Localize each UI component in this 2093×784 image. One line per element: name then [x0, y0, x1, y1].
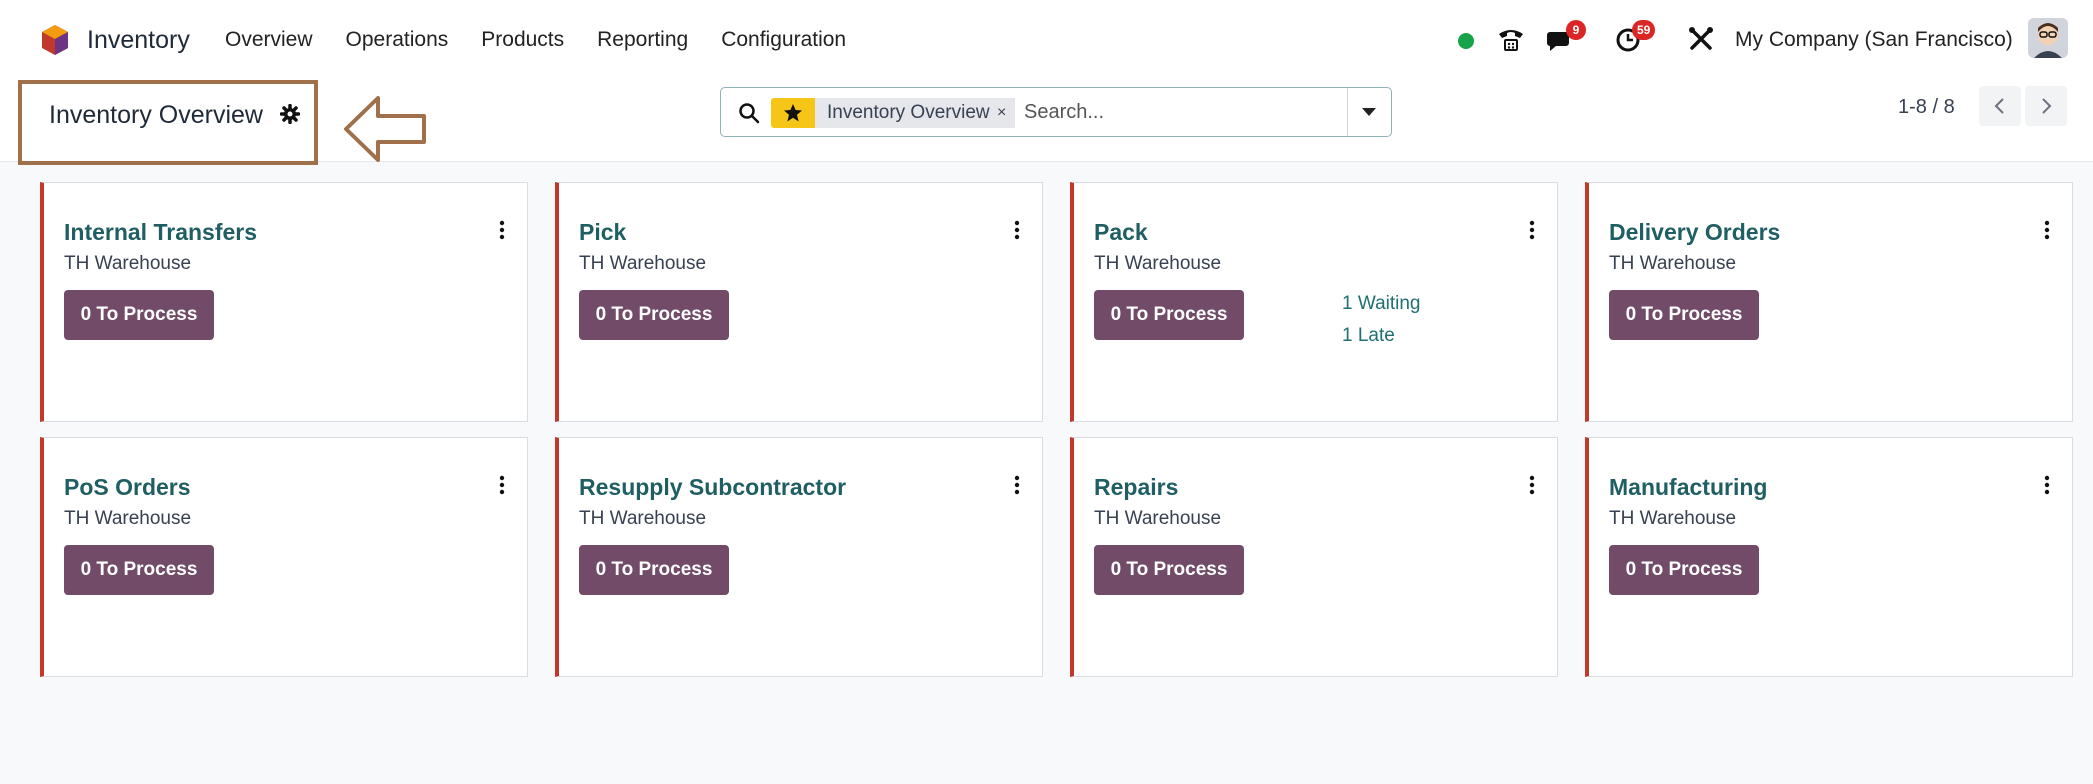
search-input[interactable]	[1024, 96, 1344, 128]
company-switcher[interactable]: My Company (San Francisco)	[1735, 28, 2013, 52]
highlight-box: Inventory Overview	[18, 80, 318, 165]
operation-card-internal-transfers: Internal Transfers TH Warehouse 0 To Pro…	[40, 182, 528, 422]
chevron-left-icon	[1994, 98, 2004, 114]
card-title[interactable]: Delivery Orders	[1609, 219, 1780, 246]
menu-operations[interactable]: Operations	[346, 28, 449, 52]
menu-overview[interactable]: Overview	[225, 28, 313, 52]
operation-card-pack: Pack TH Warehouse 0 To Process 1 Waiting…	[1070, 182, 1558, 422]
inventory-app-icon[interactable]	[40, 24, 70, 56]
page-title: Inventory Overview	[49, 101, 263, 129]
card-warehouse: TH Warehouse	[1094, 253, 1222, 274]
operation-card-manufacturing: Manufacturing TH Warehouse 0 To Process	[1585, 437, 2073, 677]
favorite-facet	[771, 98, 815, 128]
card-warehouse: TH Warehouse	[64, 253, 192, 274]
vertical-dots-icon[interactable]	[496, 219, 508, 241]
to-process-button[interactable]: 0 To Process	[1609, 545, 1759, 595]
card-title[interactable]: Repairs	[1094, 474, 1178, 501]
debug-tools-icon[interactable]	[1686, 24, 1716, 54]
to-process-button[interactable]: 0 To Process	[1609, 290, 1759, 340]
late-link[interactable]: 1 Late	[1342, 325, 1395, 347]
pager-next-button[interactable]	[2025, 86, 2067, 126]
card-warehouse: TH Warehouse	[1609, 253, 1737, 274]
vertical-dots-icon[interactable]	[1526, 474, 1538, 496]
card-title[interactable]: PoS Orders	[64, 474, 191, 501]
card-title[interactable]: Pack	[1094, 219, 1148, 246]
operation-card-pick: Pick TH Warehouse 0 To Process	[555, 182, 1043, 422]
card-title[interactable]: Resupply Subcontractor	[579, 474, 846, 501]
to-process-button[interactable]: 0 To Process	[64, 290, 214, 340]
menu-reporting[interactable]: Reporting	[597, 28, 688, 52]
app-name[interactable]: Inventory	[87, 26, 190, 55]
search-icon[interactable]	[737, 101, 761, 125]
card-title[interactable]: Pick	[579, 219, 626, 246]
vertical-dots-icon[interactable]	[2041, 219, 2053, 241]
card-warehouse: TH Warehouse	[64, 508, 192, 529]
card-warehouse: TH Warehouse	[579, 253, 707, 274]
vertical-dots-icon[interactable]	[1526, 219, 1538, 241]
to-process-button[interactable]: 0 To Process	[64, 545, 214, 595]
menu-products[interactable]: Products	[481, 28, 564, 52]
to-process-button[interactable]: 0 To Process	[1094, 290, 1244, 340]
gear-icon[interactable]	[280, 104, 300, 124]
search-options-toggle[interactable]	[1347, 88, 1391, 136]
operation-card-delivery-orders: Delivery Orders TH Warehouse 0 To Proces…	[1585, 182, 2073, 422]
vertical-dots-icon[interactable]	[2041, 474, 2053, 496]
operation-card-resupply-subcontractor: Resupply Subcontractor TH Warehouse 0 To…	[555, 437, 1043, 677]
activities-badge: 59	[1632, 20, 1656, 40]
main-menu: Overview Operations Products Reporting C…	[225, 28, 879, 52]
card-title[interactable]: Internal Transfers	[64, 219, 257, 246]
search-facet-label: Inventory Overview	[815, 98, 1015, 128]
pager-value[interactable]: 1-8 / 8	[1898, 96, 1955, 119]
menu-configuration[interactable]: Configuration	[721, 28, 846, 52]
vertical-dots-icon[interactable]	[1011, 474, 1023, 496]
card-warehouse: TH Warehouse	[579, 508, 707, 529]
to-process-button[interactable]: 0 To Process	[579, 545, 729, 595]
waiting-link[interactable]: 1 Waiting	[1342, 293, 1421, 315]
to-process-button[interactable]: 0 To Process	[1094, 545, 1244, 595]
operation-card-pos-orders: PoS Orders TH Warehouse 0 To Process	[40, 437, 528, 677]
phone-icon[interactable]	[1496, 24, 1526, 54]
search-bar: Inventory Overview ×	[720, 87, 1392, 137]
top-navbar: Inventory Overview Operations Products R…	[0, 0, 2093, 80]
pager-previous-button[interactable]	[1979, 86, 2021, 126]
card-warehouse: TH Warehouse	[1094, 508, 1222, 529]
star-icon	[784, 104, 802, 122]
user-avatar[interactable]	[2028, 18, 2068, 58]
card-warehouse: TH Warehouse	[1609, 508, 1737, 529]
to-process-button[interactable]: 0 To Process	[579, 290, 729, 340]
operation-card-repairs: Repairs TH Warehouse 0 To Process	[1070, 437, 1558, 677]
messages-badge: 9	[1566, 20, 1586, 40]
presence-status-dot	[1458, 33, 1474, 49]
card-title[interactable]: Manufacturing	[1609, 474, 1767, 501]
chevron-right-icon	[2042, 98, 2052, 114]
vertical-dots-icon[interactable]	[1011, 219, 1023, 241]
facet-remove-button[interactable]: ×	[997, 98, 1011, 128]
annotation-arrow-icon	[344, 96, 426, 162]
caret-down-icon	[1362, 108, 1376, 116]
vertical-dots-icon[interactable]	[496, 474, 508, 496]
control-panel: Inventory Overview Inventory Overview ×	[0, 80, 2093, 165]
